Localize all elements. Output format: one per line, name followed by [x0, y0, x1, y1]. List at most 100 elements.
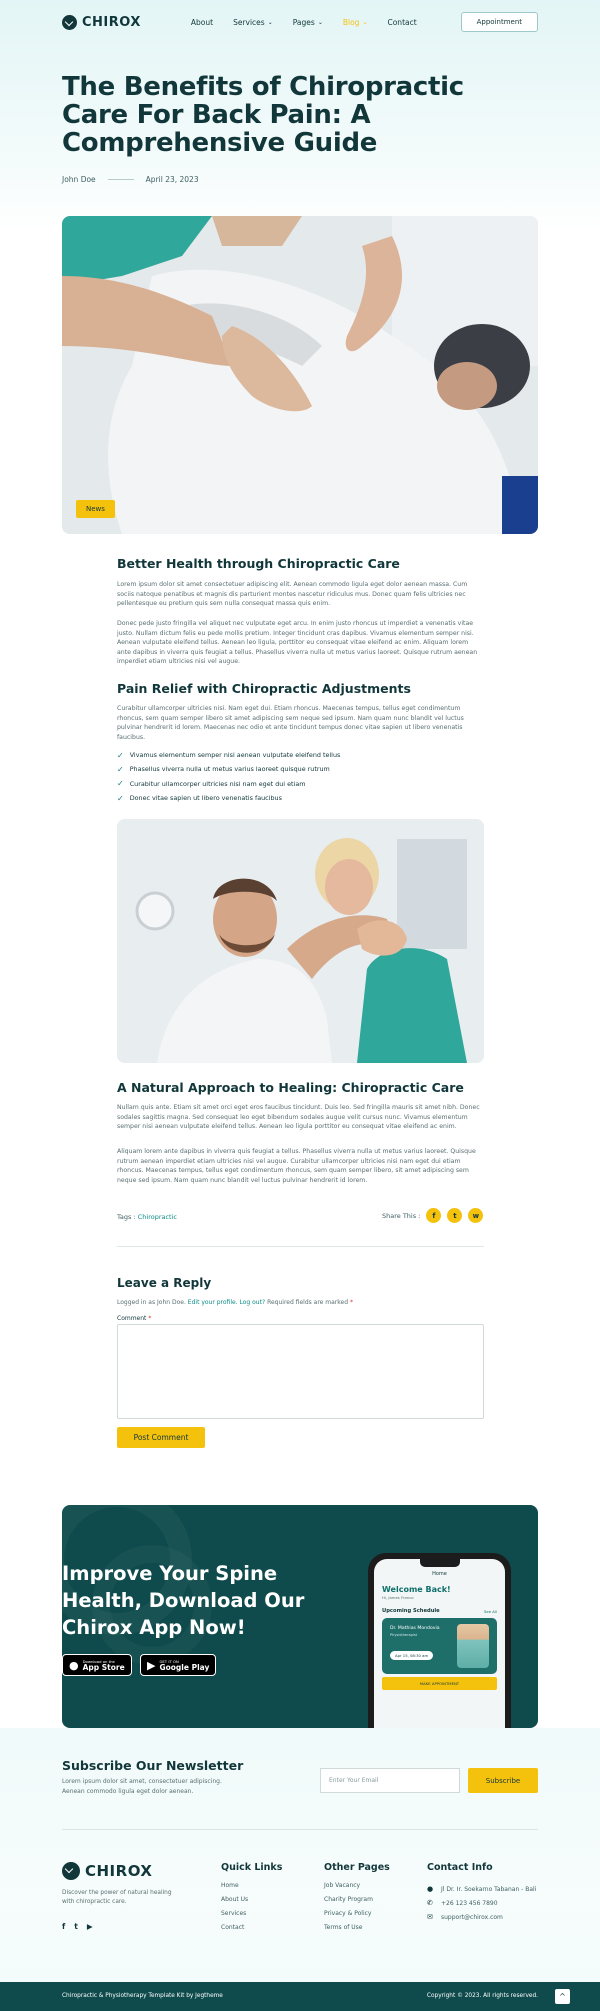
phone-schedule-title: Upcoming Schedule [382, 1608, 440, 1614]
copyright-left: Chiropractic & Physiotherapy Template Ki… [62, 1993, 223, 1999]
nav-blog-label: Blog [342, 17, 360, 27]
newsletter-title: Subscribe Our Newsletter [62, 1758, 244, 1773]
list-item: ✓ Phasellus viverra nulla ut metus varius… [117, 762, 484, 776]
phone-screen: Home Welcome Back! Hi, James Franco Upco… [374, 1559, 505, 1728]
whatsapp-icon[interactable]: w [468, 1208, 484, 1223]
phone-mockup: Home Welcome Back! Hi, James Franco Upco… [368, 1553, 511, 1728]
post-tags: Tags : Chiropractic [117, 1213, 177, 1221]
phone-notch [420, 1559, 460, 1567]
other-pages-column: Other Pages Job Vacancy Charity Program … [324, 1862, 390, 1938]
site-header: CHIROX About Services ⌄ Pages ⌄ Blog ⌄ Cont… [62, 11, 538, 33]
logo-icon [62, 14, 77, 30]
required-mark: * [148, 1315, 152, 1322]
twitter-icon[interactable]: t [447, 1208, 463, 1223]
benefit-checklist: ✓ Vivamus elementum semper nisi aenean vu… [117, 748, 484, 805]
check-icon: ✓ [117, 750, 124, 760]
phone-home-title: Home [432, 1571, 447, 1577]
contact-email[interactable]: ✉ support@chirox.com [427, 1910, 536, 1924]
mail-icon: ✉ [427, 1913, 433, 1921]
contact-info-column: Contact Info ● Jl Dr. Ir. Soekarno Tabana… [427, 1862, 536, 1924]
edit-profile-link[interactable]: Edit your profile. [188, 1299, 238, 1306]
meta-divider [107, 179, 134, 180]
app-banner-title: Improve Your Spine Health, Download Our … [62, 1560, 332, 1641]
post-date: April 23, 2023 [145, 175, 199, 184]
section-heading-1: Better Health through Chiropractic Care [117, 556, 400, 571]
nav-contact-label: Contact [387, 17, 417, 27]
footer-link-jobs[interactable]: Job Vacancy [324, 1882, 390, 1896]
facebook-icon[interactable]: f [62, 1922, 65, 1931]
required-mark: * [349, 1299, 353, 1306]
phone-doctor-name: Dr. Mathias Mondovia [390, 1626, 440, 1631]
footer-divider [62, 1829, 538, 1830]
section-divider [117, 1246, 484, 1247]
phone-appointment-date: Apr 15, 08:30 am [390, 1651, 434, 1660]
nav-contact[interactable]: Contact [387, 18, 416, 27]
comment-textarea[interactable] [117, 1324, 484, 1419]
article-image [117, 819, 484, 1063]
subscribe-button[interactable]: Subscribe [468, 1768, 538, 1793]
phone-icon: ✆ [427, 1899, 433, 1907]
footer-link-home[interactable]: Home [221, 1882, 282, 1896]
nav-about[interactable]: About [191, 18, 213, 27]
tags-label: Tags : [117, 1213, 136, 1221]
category-badge[interactable]: News [76, 500, 115, 518]
google-play-button[interactable]: ▶ GET IT ON Google Play [140, 1654, 217, 1676]
logout-link[interactable]: Log out? [240, 1299, 266, 1306]
check-icon: ✓ [117, 779, 124, 789]
list-item: ✓ Donec vitae sapien ut libero venenatis … [117, 791, 484, 805]
list-item-text: Donec vitae sapien ut libero venenatis f… [129, 794, 282, 803]
section-paragraph-1: Lorem ipsum dolor sit amet consectetuer … [117, 581, 468, 608]
back-to-top-icon[interactable]: ^ [555, 1989, 570, 2004]
nav-services[interactable]: Services ⌄ [233, 18, 273, 27]
app-store-button[interactable]: ● Download on the App Store [62, 1654, 132, 1676]
footer-link-about[interactable]: About Us [221, 1896, 282, 1910]
contact-phone-text: +26 123 456 7890 [441, 1899, 498, 1907]
section-heading-3: A Natural Approach to Healing: Chiroprac… [117, 1080, 464, 1095]
facebook-icon[interactable]: f [426, 1208, 442, 1223]
google-play-big: Google Play [159, 1662, 210, 1672]
other-pages-title: Other Pages [324, 1862, 390, 1873]
twitter-icon[interactable]: t [74, 1922, 78, 1931]
page: CHIROX About Services ⌄ Pages ⌄ Blog ⌄ Cont… [0, 0, 600, 2011]
chevron-down-icon: ⌄ [267, 18, 273, 26]
list-item-text: Curabitur ullamcorper ultricies nisi nam… [129, 779, 306, 788]
youtube-icon[interactable]: ▶ [87, 1922, 93, 1931]
phone-make-appointment-button: MAKE APPOINTMENT [382, 1677, 497, 1690]
check-icon: ✓ [117, 793, 124, 803]
comment-label: Comment * [117, 1315, 151, 1322]
footer-desc: Discover the power of natural healing wi… [62, 1890, 172, 1905]
copyright-right: Copyright © 2023. All rights reserved. [426, 1993, 538, 1999]
phone-see-all: See All [484, 1609, 497, 1614]
footer-link-charity[interactable]: Charity Program [324, 1896, 390, 1910]
share-label: Share This : [382, 1211, 421, 1220]
list-item-text: Vivamus elementum semper nisi aenean vul… [129, 751, 341, 760]
footer-link-privacy[interactable]: Privacy & Policy [324, 1910, 390, 1924]
contact-info-title: Contact Info [427, 1862, 493, 1873]
footer-link-contact[interactable]: Contact [221, 1924, 282, 1938]
post-author[interactable]: John Doe [62, 175, 96, 184]
post-meta: John Doe April 23, 2023 [62, 175, 199, 184]
copyright-bar: Chiropractic & Physiotherapy Template Ki… [0, 1982, 600, 2011]
email-input[interactable]: Enter Your Email [320, 1768, 460, 1793]
phone-user: Hi, James Franco [382, 1595, 414, 1600]
apple-icon: ● [69, 1658, 79, 1672]
phone-doctor-role: Physiotherapist [390, 1633, 418, 1637]
list-item: ✓ Vivamus elementum semper nisi aenean vu… [117, 748, 484, 762]
tag-link[interactable]: Chiropractic [138, 1213, 177, 1221]
list-item-text: Phasellus viverra nulla ut metus varius … [129, 765, 330, 774]
footer-link-services[interactable]: Services [221, 1910, 282, 1924]
contact-phone[interactable]: ✆ +26 123 456 7890 [427, 1896, 536, 1910]
footer-logo[interactable]: CHIROX [62, 1862, 152, 1880]
nav-pages[interactable]: Pages ⌄ [293, 18, 323, 27]
reply-title: Leave a Reply [117, 1276, 212, 1290]
post-comment-button[interactable]: Post Comment [117, 1427, 205, 1448]
logo[interactable]: CHIROX [62, 14, 141, 30]
chevron-down-icon: ⌄ [317, 18, 323, 26]
phone-appointment-card: Dr. Mathias Mondovia Physiotherapist Apr… [382, 1618, 497, 1674]
logo-text: CHIROX [82, 14, 141, 30]
appointment-button[interactable]: Appointment [460, 12, 538, 32]
contact-address: ● Jl Dr. Ir. Soekarno Tabanan - Bali [427, 1882, 536, 1896]
main-nav: About Services ⌄ Pages ⌄ Blog ⌄ Contact [191, 18, 437, 27]
nav-blog[interactable]: Blog ⌄ [343, 18, 368, 27]
footer-link-terms[interactable]: Terms of Use [324, 1924, 390, 1938]
